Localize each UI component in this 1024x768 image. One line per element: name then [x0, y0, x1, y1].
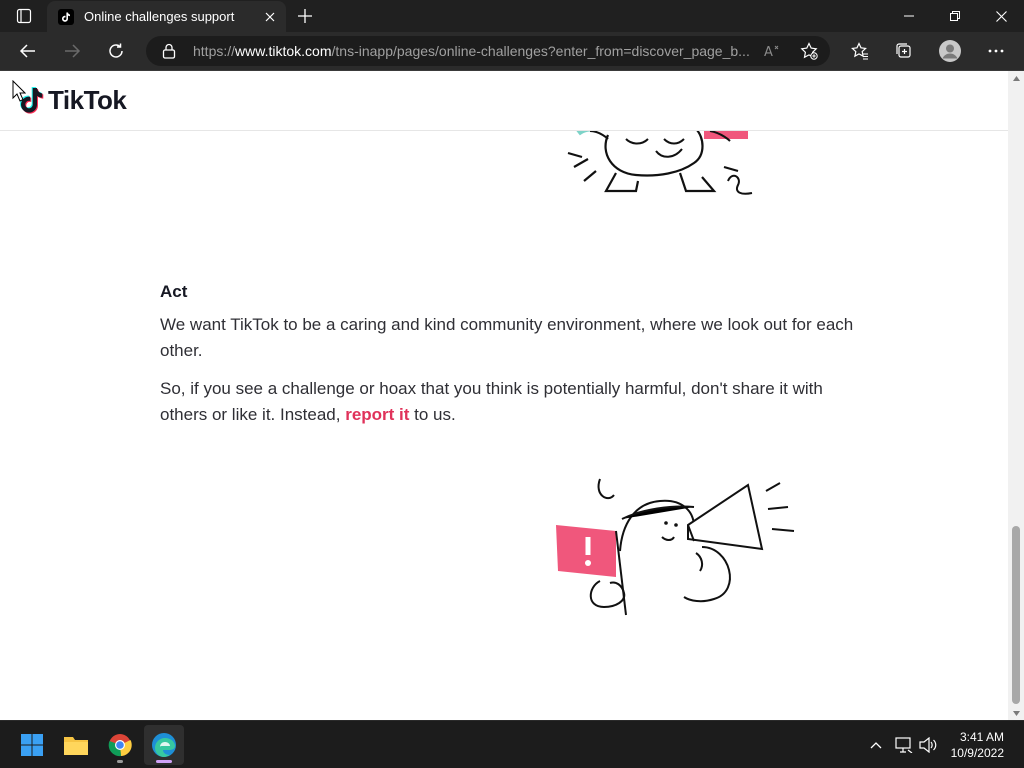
new-tab-button[interactable]	[292, 4, 318, 28]
browser-toolbar: https://www.tiktok.com/tns-inapp/pages/o…	[0, 32, 1024, 71]
refresh-button[interactable]	[100, 36, 132, 66]
taskbar-clock[interactable]: 3:41 AM 10/9/2022	[951, 729, 1004, 761]
lock-icon[interactable]	[162, 43, 176, 64]
report-it-link[interactable]: report it	[345, 405, 409, 424]
megaphone-flag-illustration	[556, 478, 795, 616]
arrow-right-icon	[65, 44, 81, 58]
taskbar-chrome[interactable]	[100, 725, 140, 765]
collections-icon	[896, 43, 911, 58]
plus-icon	[298, 9, 312, 23]
settings-more-button[interactable]	[980, 36, 1012, 66]
edge-active-indicator	[156, 760, 172, 763]
page-scrollbar[interactable]	[1008, 71, 1024, 720]
forward-button[interactable]	[56, 36, 88, 66]
windows-logo-icon	[21, 734, 43, 756]
clock-time: 3:41 AM	[959, 730, 1004, 744]
tiktok-logo[interactable]: TikTok	[20, 85, 127, 116]
favorites-star-icon	[851, 42, 868, 60]
url-text[interactable]: https://www.tiktok.com/tns-inapp/pages/o…	[193, 36, 753, 66]
svg-text:A: A	[764, 45, 773, 59]
page-viewport: TikTok Act We want TikTok to be a caring…	[0, 71, 1008, 720]
close-window-button[interactable]	[978, 0, 1024, 32]
volume-icon[interactable]	[916, 733, 940, 757]
scroll-down-arrow-icon	[1012, 710, 1020, 716]
restore-icon	[950, 11, 960, 21]
act-paragraph-2: So, if you see a challenge or hoax that …	[160, 376, 860, 428]
chrome-running-indicator	[117, 760, 123, 763]
scroll-down-button[interactable]	[1008, 706, 1024, 720]
taskbar-edge[interactable]	[144, 725, 184, 765]
collections-button[interactable]	[888, 36, 920, 66]
chrome-icon	[108, 734, 132, 757]
windows-taskbar: 3:41 AM 10/9/2022	[0, 720, 1024, 768]
clock-date: 10/9/2022	[950, 746, 1004, 760]
close-icon	[995, 10, 1007, 22]
network-icon[interactable]	[892, 733, 916, 757]
logo-wordmark: TikTok	[48, 85, 127, 115]
refresh-icon	[109, 43, 123, 58]
add-favorite-icon[interactable]	[800, 42, 818, 65]
favorites-button[interactable]	[844, 36, 876, 66]
taskbar-file-explorer[interactable]	[56, 725, 96, 765]
scroll-up-button[interactable]	[1008, 71, 1024, 85]
arrow-left-icon	[19, 44, 35, 58]
profile-button[interactable]	[934, 36, 966, 66]
section-heading-act: Act	[160, 282, 188, 301]
url-host: www.tiktok.com	[235, 43, 332, 59]
url-prefix: https://	[193, 43, 236, 59]
minimize-button[interactable]	[886, 0, 932, 32]
browser-titlebar: Online challenges support	[0, 0, 1024, 32]
close-icon	[265, 12, 275, 21]
url-path: /tns-inapp/pages/online-challenges?enter…	[331, 43, 750, 59]
avatar-icon	[939, 40, 961, 62]
scroll-up-arrow-icon	[1012, 75, 1020, 81]
edge-icon	[152, 733, 176, 757]
tab-actions-button[interactable]	[8, 4, 40, 28]
read-aloud-icon[interactable]: A	[764, 43, 782, 64]
mouse-cursor-icon	[12, 80, 26, 102]
paragraph-2-text-before: So, if you see a challenge or hoax that …	[160, 379, 823, 424]
browser-tab-active[interactable]: Online challenges support	[47, 1, 286, 32]
scrollbar-thumb[interactable]	[1012, 526, 1020, 704]
address-bar[interactable]: https://www.tiktok.com/tns-inapp/pages/o…	[146, 36, 830, 66]
folder-icon	[64, 737, 88, 755]
chevron-up-icon	[870, 742, 882, 749]
act-paragraph-1: We want TikTok to be a caring and kind c…	[160, 315, 854, 360]
show-hidden-icons-button[interactable]	[864, 733, 888, 757]
minimize-icon	[904, 15, 914, 17]
paragraph-2-text-after: to us.	[409, 405, 456, 424]
restore-button[interactable]	[932, 0, 978, 32]
tab-title: Online challenges support	[84, 9, 235, 24]
tiktok-favicon-icon	[58, 8, 74, 25]
tab-actions-icon	[16, 8, 32, 24]
site-header: TikTok	[0, 71, 1008, 131]
more-dots-icon	[988, 49, 1004, 53]
tab-close-button[interactable]	[258, 5, 282, 29]
back-button[interactable]	[12, 36, 44, 66]
start-button[interactable]	[12, 725, 52, 765]
